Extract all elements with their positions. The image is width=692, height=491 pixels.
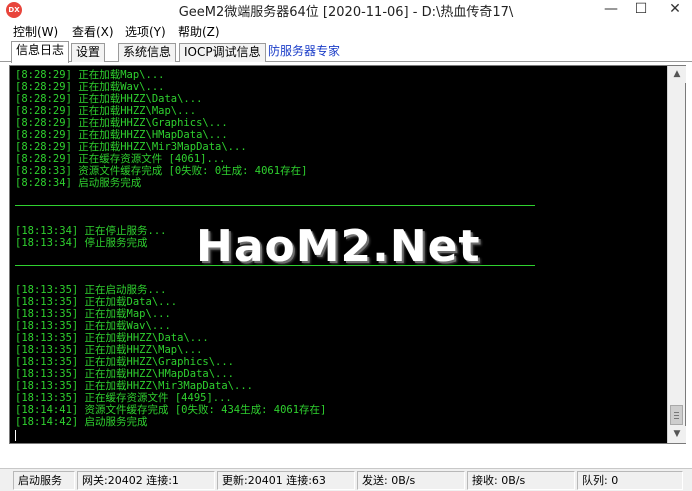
log-line: [8:28:29] 正在缓存资源文件 [4061]... [15,153,226,165]
log-line: [8:28:34] 启动服务完成 [15,177,142,189]
log-view[interactable]: [8:28:29] 正在加载Map\... [8:28:29] 正在加载Wav\… [10,66,667,443]
log-panel: [8:28:29] 正在加载Map\... [8:28:29] 正在加载Wav\… [9,65,686,444]
status-receive: 接收: 0B/s [467,471,575,490]
log-line: [18:13:35] 正在加载Wav\... [15,320,171,332]
log-line: [18:13:35] 正在加载HHZZ\HMapData\... [15,368,235,380]
log-line: [18:14:42] 启动服务完成 [15,416,148,428]
log-line: [18:13:34] 停止服务完成 [15,237,148,249]
menu-help[interactable]: 帮助(Z) [178,23,220,40]
log-line: [18:13:35] 正在加载HHZZ\Mir3MapData\... [15,380,253,392]
menu-view[interactable]: 查看(X) [72,23,114,40]
log-line: [8:28:29] 正在加载Map\... [15,69,165,81]
status-update: 更新:20401 连接:63 [217,471,355,490]
log-line: [8:28:29] 正在加载HHZZ\Graphics\... [15,117,228,129]
log-line: [8:28:29] 正在加载Wav\... [15,81,165,93]
log-line: [18:13:35] 正在加载Data\... [15,296,178,308]
maximize-button[interactable]: ☐ [626,0,656,20]
log-line: [8:28:33] 资源文件缓存完成 [0失败: 0生成: 4061存在] [15,165,308,177]
minimize-button[interactable]: — [596,0,626,20]
tab-settings[interactable]: 设置 [71,43,106,62]
anti-attack-link[interactable]: 防服务器专家 [268,43,340,60]
menu-options[interactable]: 选项(Y) [125,23,166,40]
log-line: [18:14:41] 资源文件缓存完成 [0失败: 434生成: 4061存在] [15,404,327,416]
watermark: HaoM2.Net [196,221,481,272]
log-line: [18:13:35] 正在缓存资源文件 [4495]... [15,392,232,404]
scroll-thumb[interactable] [670,405,683,425]
log-line: [8:28:29] 正在加载HHZZ\Data\... [15,93,203,105]
log-line: [18:13:35] 正在加载HHZZ\Data\... [15,332,209,344]
log-line: [18:13:35] 正在加载HHZZ\Graphics\... [15,356,235,368]
scroll-down-icon[interactable]: ▼ [668,426,686,443]
tab-info-log[interactable]: 信息日志 [11,41,70,63]
window-title: GeeM2微端服务器64位 [2020-11-06] - D:\热血传奇17\ [178,5,514,20]
scroll-up-icon[interactable]: ▲ [668,66,686,83]
log-line: [18:13:35] 正在加载Map\... [15,308,171,320]
log-separator [15,205,535,206]
log-line: [18:13:35] 正在加载HHZZ\Map\... [15,344,203,356]
log-line: [8:28:29] 正在加载HHZZ\Mir3MapData\... [15,141,247,153]
log-line: [18:13:34] 正在停止服务... [15,225,167,237]
status-queue: 队列: 0 [577,471,683,490]
close-button[interactable]: ✕ [660,0,690,20]
status-gateway: 网关:20402 连接:1 [77,471,215,490]
status-service: 启动服务 [13,471,75,490]
text-cursor [15,430,16,441]
title-bar: DX GeeM2微端服务器64位 [2020-11-06] - D:\热血传奇1… [0,0,692,20]
tab-system-info[interactable]: 系统信息 [118,43,177,62]
menu-control[interactable]: 控制(W) [13,23,58,40]
tab-iocp-debug[interactable]: IOCP调试信息 [179,43,266,62]
log-line: [18:13:35] 正在启动服务... [15,284,167,296]
status-send: 发送: 0B/s [357,471,465,490]
log-line: [8:28:29] 正在加载HHZZ\Map\... [15,105,197,117]
menu-bar: 控制(W) 查看(X) 选项(Y) 帮助(Z) [0,20,692,40]
tab-bar: 信息日志 设置 系统信息 IOCP调试信息 防服务器专家 [0,40,692,63]
status-bar: 启动服务 网关:20402 连接:1 更新:20401 连接:63 发送: 0B… [0,468,692,491]
log-scrollbar[interactable]: ▲ ▼ [667,66,686,443]
log-line: [8:28:29] 正在加载HHZZ\HMapData\... [15,129,228,141]
